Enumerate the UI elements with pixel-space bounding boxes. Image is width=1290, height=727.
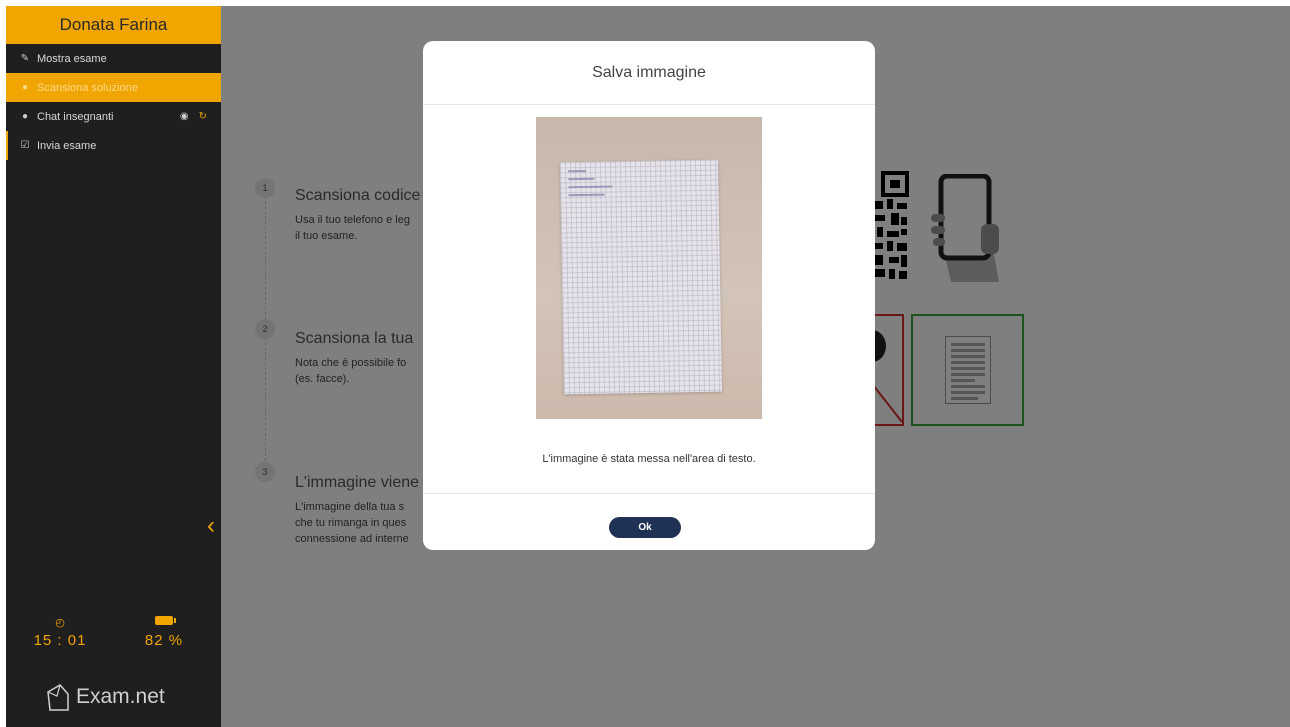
user-name-header: Donata Farina: [6, 6, 221, 44]
user-name: Donata Farina: [59, 15, 168, 34]
battery-value: 82 %: [144, 632, 184, 649]
dialog-message: L'immagine è stata messa nell'area di te…: [542, 453, 756, 465]
chat-icon: ●: [21, 111, 29, 122]
sidebar-item-show-exam[interactable]: ✎ Mostra esame: [6, 44, 221, 73]
sidebar-item-label: Mostra esame: [37, 52, 107, 65]
sidebar-item-submit-exam[interactable]: ☑ Invia esame: [6, 131, 221, 160]
time-value: 15 : 01: [33, 632, 87, 649]
refresh-icon[interactable]: ↻: [199, 111, 207, 122]
sidebar-item-label: Invia esame: [37, 139, 97, 152]
checkbox-icon: ☑: [20, 140, 30, 151]
battery-indicator: 82 %: [134, 616, 194, 649]
scanned-paper: [559, 159, 723, 395]
scanned-photo: [536, 117, 762, 419]
camera-icon: ●: [21, 82, 29, 93]
sidebar: Donata Farina ✎ Mostra esame ● Scansiona…: [6, 6, 221, 727]
sidebar-item-teacher-chat[interactable]: ● Chat insegnanti ◉ ↻: [6, 102, 221, 131]
dialog-footer: [423, 493, 875, 494]
brand-name: Exam.net: [76, 685, 165, 708]
sidebar-item-scan-solution[interactable]: ● Scansiona soluzione: [6, 73, 221, 102]
sidebar-item-label: Chat insegnanti: [37, 110, 114, 123]
edit-icon: ✎: [20, 53, 30, 64]
exam-net-logo: Exam.net: [44, 682, 165, 712]
clock-icon: ◴: [55, 617, 65, 629]
sidebar-item-label: Scansiona soluzione: [37, 81, 138, 94]
save-image-dialog: Salva immagine L'immagine è stata messa …: [423, 41, 875, 550]
time-indicator: ◴ 15 : 01: [30, 616, 90, 649]
target-icon[interactable]: ◉: [180, 111, 189, 122]
ok-button[interactable]: Ok: [609, 517, 681, 538]
battery-icon: [134, 616, 194, 630]
chat-actions: ◉ ↻: [180, 111, 207, 122]
collapse-sidebar-icon[interactable]: ‹: [207, 512, 215, 540]
dialog-title: Salva immagine: [423, 41, 875, 105]
logo-icon: [47, 684, 69, 711]
